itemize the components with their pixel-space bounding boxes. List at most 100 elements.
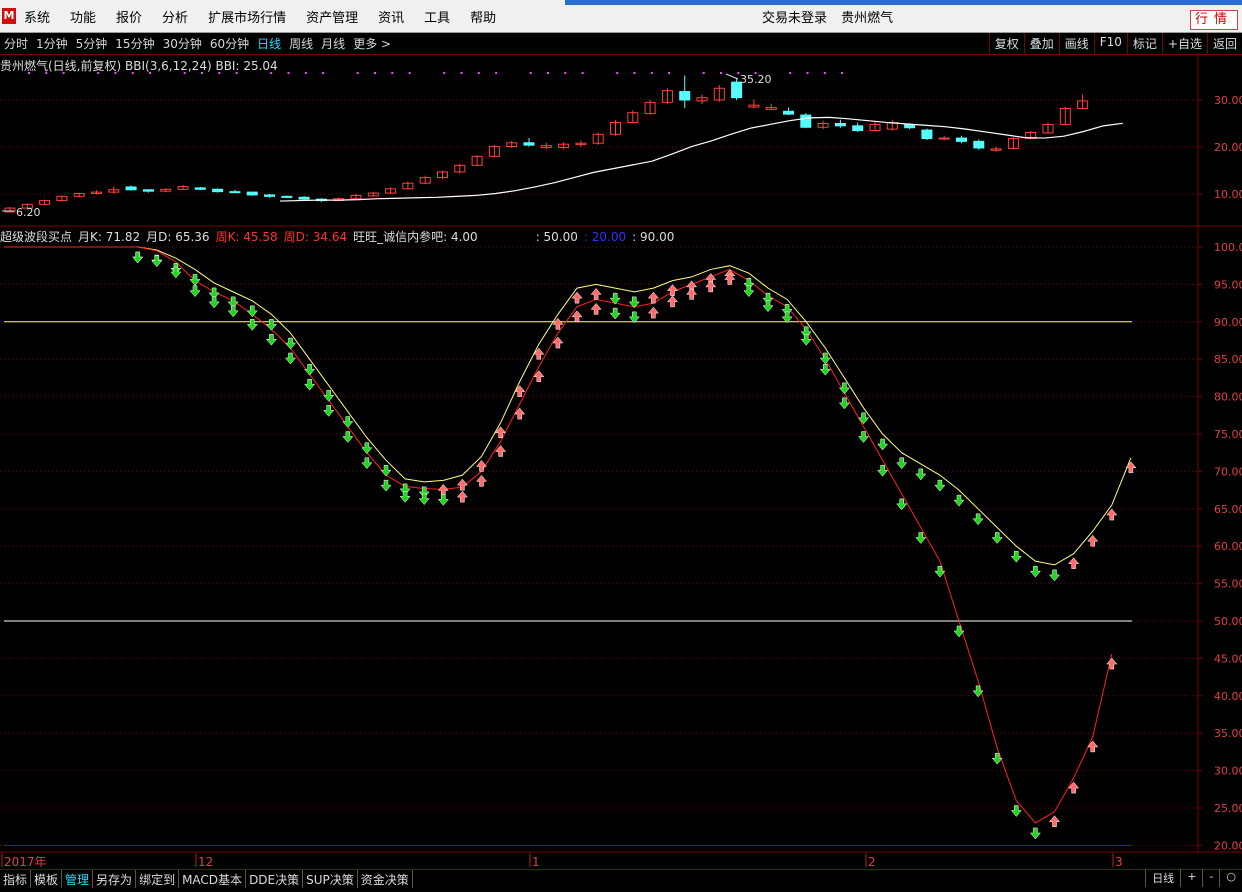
high-price-label: 35.20 [740, 73, 772, 86]
sell-arrow [1048, 569, 1061, 582]
stock-name: 贵州燃气 [841, 11, 894, 26]
chart-action-4[interactable]: 标记 [1126, 33, 1162, 54]
period-toolbar: 分时 1分钟 5分钟 15分钟 30分钟 60分钟 日线 周线 月线 更多 > 复权 叠加 画线 F10… [0, 33, 1242, 55]
period-tab-3[interactable]: 15分钟 [111, 33, 158, 54]
reset-button[interactable]: ○ [1219, 869, 1242, 887]
signal-dot [460, 72, 463, 74]
chart-action-1[interactable]: 叠加 [1023, 33, 1059, 54]
chart-action-2[interactable]: 画线 [1058, 33, 1094, 54]
candle-body [904, 124, 916, 129]
sell-arrow [284, 352, 297, 365]
sell-arrow [934, 479, 946, 492]
stock-chart[interactable]: 30.00 20.00 10.00 35.20 6.20 100.0 95.00 90.00 8… [0, 55, 1242, 853]
indicator-tab-1[interactable]: 模板 [31, 870, 63, 888]
menu-item-news[interactable]: 资讯 [368, 7, 414, 26]
indicator-tab-7[interactable]: SUP决策 [303, 870, 358, 888]
chart-action-5[interactable]: +自选 [1161, 33, 1207, 54]
main-legend-title: 贵州燃气(日线,前复权) [0, 59, 122, 73]
period-tab-5[interactable]: 60分钟 [206, 33, 253, 54]
status-area: 交易未登录 贵州燃气 [762, 0, 893, 32]
signal-dot [322, 72, 325, 74]
login-status[interactable]: 交易未登录 [762, 11, 827, 26]
sell-arrow [609, 307, 621, 320]
sell-arrow [399, 491, 411, 503]
indicator-tab-2[interactable]: 管理 [62, 870, 94, 888]
sell-arrow [1029, 565, 1041, 578]
signal-dot [823, 72, 826, 74]
period-tab-9[interactable]: 更多 > [349, 33, 395, 54]
buy-arrow [666, 295, 679, 308]
sell-arrow [628, 311, 640, 324]
menu-bar: M 系统 功能 报价 分析 扩展市场行情 资产管理 资讯 工具 帮助 交易未登录… [0, 0, 1242, 33]
sub-y-tick: 35.00 [1214, 727, 1242, 740]
quote-button[interactable]: 行情 [1190, 10, 1238, 30]
sub-y-tick: 90.00 [1214, 316, 1242, 329]
sell-arrow [342, 416, 354, 428]
period-tab-7[interactable]: 周线 [285, 33, 317, 54]
signal-dot [841, 72, 844, 74]
period-tab-4[interactable]: 30分钟 [159, 33, 206, 54]
sell-arrow [934, 565, 946, 578]
menu-item-analysis[interactable]: 分析 [152, 7, 198, 26]
sell-arrow [265, 319, 277, 331]
chart-action-0[interactable]: 复权 [988, 33, 1024, 54]
menu-item-asset-management[interactable]: 资产管理 [296, 7, 368, 26]
zoom-in-button[interactable]: + [1180, 869, 1202, 887]
signal-dot [391, 72, 394, 74]
indicator-tab-6[interactable]: DDE决策 [246, 870, 304, 888]
chart-action-6[interactable]: 返回 [1206, 33, 1242, 54]
menu-item-help[interactable]: 帮助 [460, 7, 506, 26]
sell-arrow [246, 305, 258, 318]
sub-y-tick: 30.00 [1214, 765, 1242, 778]
signal-dot [581, 72, 584, 74]
period-tab-1[interactable]: 1分钟 [32, 33, 72, 54]
sell-arrow [991, 532, 1003, 544]
signal-dot [806, 72, 809, 74]
menu-item-system[interactable]: 系统 [14, 7, 60, 26]
candle-body [125, 186, 137, 191]
buy-arrow [514, 385, 526, 397]
indicator-tab-8[interactable]: 资金决策 [358, 870, 413, 888]
sub-legend: 超级波段买点 月K: 71.82 月D: 65.36 周K: 45.58 周D: 34.… [0, 228, 680, 245]
sell-arrow [208, 296, 220, 309]
menu-item-extended-market[interactable]: 扩展市场行情 [198, 7, 296, 26]
sub-y-tick: 70.00 [1214, 465, 1242, 478]
signal-dot [374, 72, 376, 74]
period-tab-8[interactable]: 月线 [317, 33, 349, 54]
candle-body [783, 110, 794, 115]
sell-arrow [953, 625, 965, 638]
title-strip [565, 0, 1242, 5]
sell-arrow [915, 468, 927, 481]
indicator-tab-4[interactable]: 绑定到 [136, 870, 180, 888]
candle-body [229, 191, 241, 194]
low-price-label: 6.20 [16, 206, 41, 219]
period-tab-2[interactable]: 5分钟 [72, 33, 112, 54]
candle-body [938, 137, 950, 140]
sell-arrow [380, 464, 392, 477]
menu-item-quote[interactable]: 报价 [106, 7, 152, 26]
sub-y-tick: 100.0 [1214, 241, 1242, 254]
period-tabs: 分时 1分钟 5分钟 15分钟 30分钟 60分钟 日线 周线 月线 更多 > [0, 33, 395, 54]
indicator-tab-3[interactable]: 另存为 [93, 870, 137, 888]
monthly-k-line [4, 246, 1132, 566]
menu-item-tools[interactable]: 工具 [414, 7, 460, 26]
zoom-out-button[interactable]: - [1202, 869, 1219, 887]
time-axis-label: 2 [868, 855, 876, 869]
indicator-tab-5[interactable]: MACD基本 [179, 870, 247, 888]
sub-legend-item-2: 月D: 65.36 [146, 230, 210, 244]
buy-arrow [475, 475, 488, 487]
chart-action-3[interactable]: F10 [1093, 33, 1127, 54]
indicator-tab-0[interactable]: 指标 [0, 870, 32, 888]
buy-arrow [437, 483, 449, 496]
sub-legend-item-5: 旺旺_诚信内参吧: 4.00 [353, 230, 478, 244]
sell-arrow [1010, 550, 1022, 563]
menu-item-function[interactable]: 功能 [60, 7, 106, 26]
buy-arrow [1068, 557, 1080, 569]
sub-y-tick: 45.00 [1214, 652, 1242, 665]
candle-body [264, 194, 275, 197]
indicator-tabs: 指标 模板 管理 另存为 绑定到 MACD基本 DDE决策 SUP决策 资金决策 [0, 869, 1242, 888]
period-tab-6[interactable]: 日线 [253, 33, 285, 54]
signal-dot [356, 72, 359, 74]
bottom-right-controls: 日线 + - ○ [1145, 869, 1242, 887]
period-tab-0[interactable]: 分时 [0, 33, 32, 54]
